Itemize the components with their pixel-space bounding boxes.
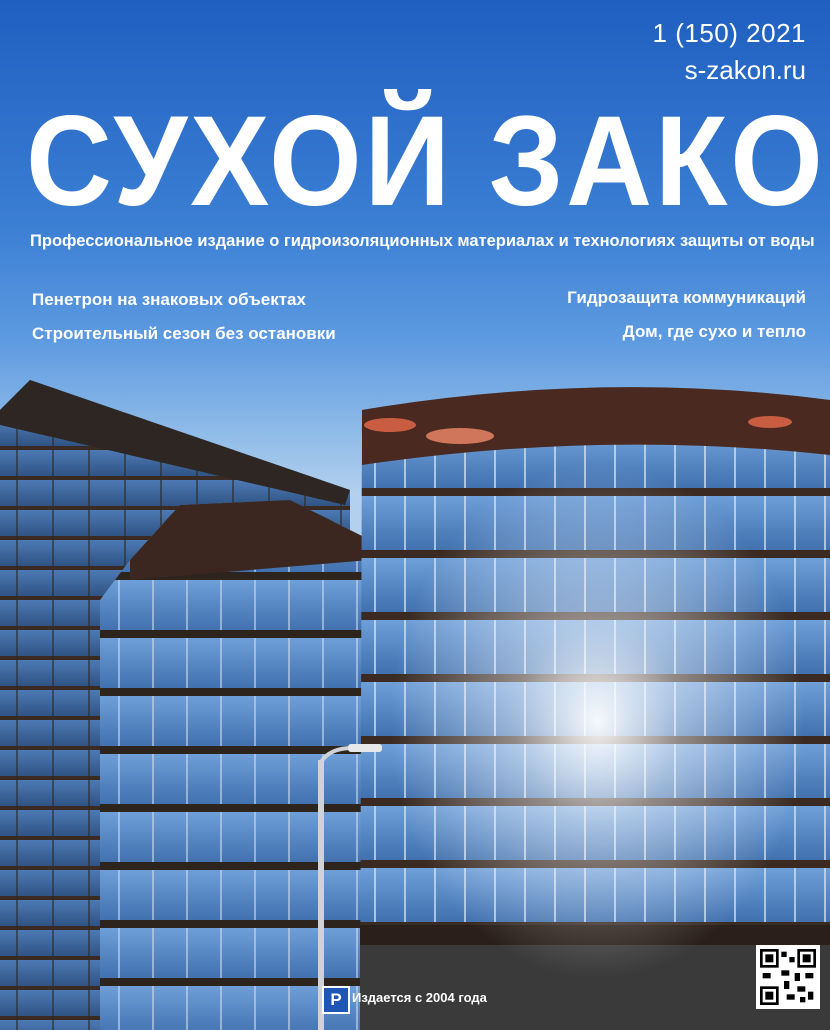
published-since: Издается с 2004 года — [352, 990, 487, 1005]
headline-construction-season: Строительный сезон без остановки — [32, 324, 336, 343]
issue-number: 1 (150) 2021 — [652, 18, 806, 48]
qr-code-graphic — [760, 949, 816, 1005]
parking-sign-icon: P — [322, 986, 350, 1014]
tagline: Профессиональное издание о гидроизоляцио… — [30, 232, 815, 250]
qr-code-icon[interactable] — [756, 945, 820, 1009]
website-link[interactable]: s-zakon.ru — [685, 55, 806, 86]
magazine-title: СУХОЙ ЗАКОН — [26, 90, 830, 233]
magazine-cover: 1 (150) 2021 s-zakon.ru СУХОЙ ЗАКОН Проф… — [0, 0, 830, 1030]
headline-dry-warm-house: Дом, где сухо и тепло — [622, 322, 806, 341]
headline-penetron: Пенетрон на знаковых объектах — [32, 290, 306, 309]
headline-utility-protection: Гидрозащита коммуникаций — [567, 288, 806, 307]
